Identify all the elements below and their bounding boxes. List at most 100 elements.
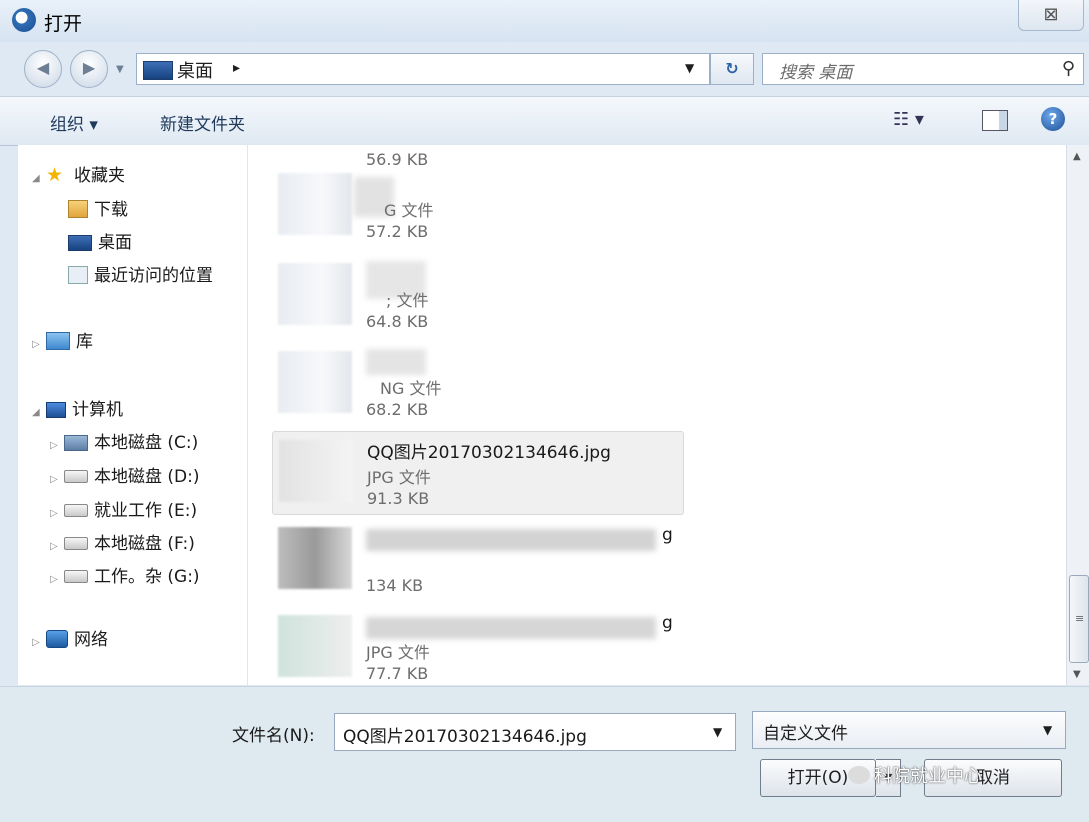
nav-network[interactable]: ▷ 网络 bbox=[32, 625, 108, 650]
organize-menu[interactable]: 组织 ▾ bbox=[50, 110, 98, 135]
expanded-arrow-icon[interactable]: ◢ bbox=[32, 173, 46, 184]
file-type: G 文件 bbox=[384, 201, 434, 220]
back-button[interactable]: ◀ bbox=[24, 50, 62, 88]
window-title: 打开 bbox=[44, 13, 83, 35]
collapsed-arrow-icon[interactable]: ▷ bbox=[50, 440, 64, 451]
collapsed-arrow-icon[interactable]: ▷ bbox=[50, 474, 64, 485]
help-icon[interactable]: ? bbox=[1041, 107, 1065, 131]
nav-libraries[interactable]: ▷ 库 bbox=[32, 327, 93, 352]
nav-drive-label: 本地磁盘 (C:) bbox=[94, 433, 199, 453]
nav-drive-label: 本地磁盘 (F:) bbox=[94, 534, 195, 554]
nav-desktop[interactable]: 桌面 bbox=[68, 228, 132, 253]
file-list: 56.9 KB G 文件 57.2 KB ; 文件 64.8 KB NG 文件 … bbox=[248, 145, 1066, 685]
vertical-scrollbar[interactable]: ▲ ≡ ▼ bbox=[1066, 145, 1089, 685]
forward-button[interactable]: ▶ bbox=[70, 50, 108, 88]
file-item[interactable]: ; 文件 64.8 KB bbox=[272, 255, 682, 337]
filetype-select[interactable]: 自定义文件 ▼ bbox=[752, 711, 1066, 749]
search-input[interactable]: 搜索 桌面 bbox=[779, 58, 852, 83]
search-icon[interactable]: ⚲ bbox=[1062, 58, 1075, 79]
nav-computer[interactable]: ◢ 计算机 bbox=[32, 395, 123, 420]
nav-drive-label: 本地磁盘 (D:) bbox=[94, 467, 200, 487]
filename-input[interactable]: QQ图片20170302134646.jpg ▼ bbox=[334, 713, 736, 751]
desktop-icon bbox=[68, 235, 92, 251]
collapsed-arrow-icon[interactable]: ▷ bbox=[32, 637, 46, 648]
nav-desktop-label: 桌面 bbox=[98, 233, 132, 253]
breadcrumb-chevron-icon[interactable]: ▸ bbox=[233, 60, 240, 76]
preview-pane-icon[interactable] bbox=[982, 110, 1008, 131]
nav-drive-c[interactable]: ▷ 本地磁盘 (C:) bbox=[50, 428, 198, 453]
open-file-dialog: 打开 ⊠ ◀ ▶ ▼ 桌面 ▸ ▼ ↻ 搜索 桌面 ⚲ 组织 ▾ 新建文件夹 ☷… bbox=[0, 0, 1089, 822]
filename-value[interactable]: QQ图片20170302134646.jpg bbox=[343, 722, 587, 747]
library-icon bbox=[46, 332, 70, 350]
file-size: 91.3 KB bbox=[367, 489, 430, 508]
file-type: JPG 文件 bbox=[366, 643, 430, 662]
file-thumbnail bbox=[278, 173, 352, 235]
filename-dropdown-icon[interactable]: ▼ bbox=[713, 725, 722, 739]
grip-icon: ≡ bbox=[1075, 612, 1085, 625]
file-item-selected[interactable]: QQ图片20170302134646.jpg JPG 文件 91.3 KB bbox=[272, 431, 684, 515]
file-size: 64.8 KB bbox=[366, 312, 429, 331]
collapsed-arrow-icon[interactable]: ▷ bbox=[50, 541, 64, 552]
search-box[interactable]: 搜索 桌面 ⚲ bbox=[762, 53, 1084, 85]
address-dropdown-icon[interactable]: ▼ bbox=[685, 61, 694, 75]
file-thumbnail bbox=[278, 615, 352, 677]
close-button[interactable]: ⊠ bbox=[1018, 0, 1084, 31]
refresh-button[interactable]: ↻ bbox=[710, 53, 754, 85]
nav-network-label: 网络 bbox=[74, 630, 108, 650]
file-size: 77.7 KB bbox=[366, 664, 429, 683]
file-thumbnail bbox=[279, 440, 353, 502]
nav-favorites-label: 收藏夹 bbox=[74, 166, 125, 186]
nav-libraries-label: 库 bbox=[76, 332, 93, 352]
collapsed-arrow-icon[interactable]: ▷ bbox=[50, 508, 64, 519]
nav-drive-e[interactable]: ▷ 就业工作 (E:) bbox=[50, 496, 197, 521]
scroll-down-arrow-icon[interactable]: ▼ bbox=[1073, 669, 1081, 680]
hard-drive-icon bbox=[64, 570, 88, 583]
collapsed-arrow-icon[interactable]: ▷ bbox=[32, 339, 46, 350]
change-view-icon[interactable]: ☷ ▾ bbox=[893, 109, 924, 130]
nav-drive-g[interactable]: ▷ 工作。杂 (G:) bbox=[50, 562, 200, 587]
app-icon bbox=[12, 8, 36, 32]
recent-locations-dropdown[interactable]: ▼ bbox=[116, 64, 124, 75]
file-thumbnail bbox=[278, 527, 352, 589]
hard-drive-icon bbox=[64, 537, 88, 550]
back-arrow-icon: ◀ bbox=[36, 58, 50, 77]
filetype-value[interactable]: 自定义文件 bbox=[763, 719, 848, 744]
scroll-up-arrow-icon[interactable]: ▲ bbox=[1073, 151, 1081, 162]
file-item[interactable]: NG 文件 68.2 KB bbox=[272, 343, 682, 425]
file-size: 134 KB bbox=[366, 576, 424, 595]
command-bar: 组织 ▾ 新建文件夹 ☷ ▾ ? bbox=[0, 96, 1089, 146]
blurred-region bbox=[366, 349, 426, 375]
nav-drive-f[interactable]: ▷ 本地磁盘 (F:) bbox=[50, 529, 195, 554]
new-folder-button[interactable]: 新建文件夹 bbox=[160, 110, 245, 135]
file-item[interactable]: g JPG 文件 77.7 KB bbox=[272, 607, 682, 685]
file-size: 68.2 KB bbox=[366, 400, 429, 419]
computer-icon bbox=[46, 402, 66, 418]
navigation-pane: ◢ ★ 收藏夹 下载 桌面 最近访问的位置 ▷ 库 ◢ 计算机 ▷ 本地磁盘 (C:) ▷… bbox=[18, 145, 248, 685]
star-icon: ★ bbox=[46, 164, 64, 186]
nav-downloads[interactable]: 下载 bbox=[68, 195, 128, 220]
bottom-panel: 文件名(N): QQ图片20170302134646.jpg ▼ 自定义文件 ▼… bbox=[0, 686, 1089, 822]
scrollbar-thumb[interactable]: ≡ bbox=[1069, 575, 1089, 663]
hard-drive-icon bbox=[64, 504, 88, 517]
nav-recent[interactable]: 最近访问的位置 bbox=[68, 261, 213, 286]
nav-drive-d[interactable]: ▷ 本地磁盘 (D:) bbox=[50, 462, 200, 487]
network-icon bbox=[46, 630, 68, 648]
watermark: 科院就业中心 bbox=[848, 762, 982, 788]
downloads-folder-icon bbox=[68, 200, 88, 218]
address-location[interactable]: 桌面 bbox=[177, 57, 213, 83]
file-type: JPG 文件 bbox=[367, 468, 431, 487]
collapsed-arrow-icon[interactable]: ▷ bbox=[50, 574, 64, 585]
nav-drive-label: 就业工作 (E:) bbox=[94, 501, 198, 521]
recent-places-icon bbox=[68, 266, 88, 284]
file-item[interactable]: G 文件 57.2 KB bbox=[272, 165, 682, 247]
file-type: NG 文件 bbox=[380, 379, 442, 398]
title-bar: 打开 ⊠ bbox=[0, 0, 1089, 42]
file-item[interactable]: g 134 KB bbox=[272, 519, 682, 601]
file-name-suffix: g bbox=[662, 613, 673, 633]
expanded-arrow-icon[interactable]: ◢ bbox=[32, 407, 46, 418]
blurred-region bbox=[366, 617, 656, 639]
address-bar[interactable]: 桌面 ▸ ▼ bbox=[136, 53, 710, 85]
hard-drive-icon bbox=[64, 470, 88, 483]
nav-favorites[interactable]: ◢ ★ 收藏夹 bbox=[32, 161, 125, 186]
filetype-dropdown-icon[interactable]: ▼ bbox=[1043, 723, 1052, 737]
